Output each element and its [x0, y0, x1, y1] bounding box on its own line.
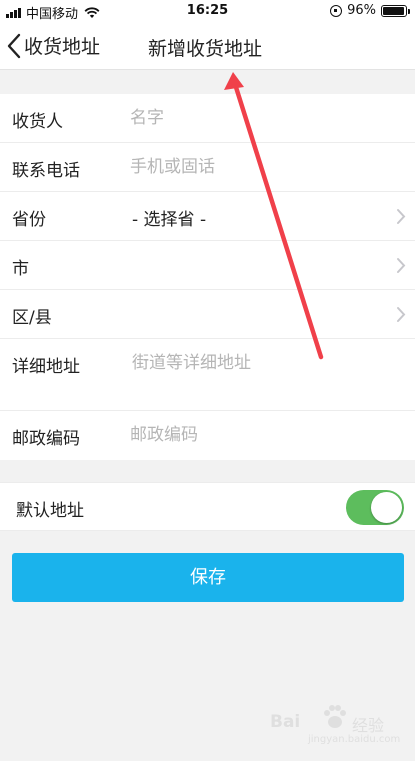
default-address-row: 默认地址 — [0, 482, 415, 531]
address-form: 收货人 联系电话 省份 - 选择省 - 市 区/县 详细地址 邮政编码 — [0, 94, 415, 460]
city-selector[interactable]: 市 — [0, 241, 415, 290]
back-label: 收货地址 — [24, 36, 101, 58]
postcode-label: 邮政编码 — [12, 429, 80, 449]
receiver-label: 收货人 — [12, 112, 63, 132]
default-address-label: 默认地址 — [16, 501, 84, 521]
phone-input[interactable] — [130, 153, 390, 181]
page-title: 新增收货地址 — [148, 38, 263, 60]
watermark-cn: 经验 — [352, 716, 385, 735]
chevron-right-icon — [397, 258, 406, 273]
toggle-knob — [371, 492, 402, 523]
district-selector[interactable]: 区/县 — [0, 290, 415, 339]
receiver-row: 收货人 — [0, 94, 415, 143]
status-right: 96% — [330, 3, 410, 18]
orientation-lock-icon — [330, 4, 343, 17]
detail-address-input[interactable] — [132, 349, 392, 377]
status-bar: 中国移动 16:25 96% — [0, 0, 415, 22]
district-label: 区/县 — [12, 308, 52, 328]
battery-icon — [381, 4, 410, 17]
battery-percent: 96% — [347, 3, 376, 18]
phone-label: 联系电话 — [12, 161, 80, 181]
phone-row: 联系电话 — [0, 143, 415, 192]
chevron-right-icon — [397, 209, 406, 224]
postcode-row: 邮政编码 — [0, 411, 415, 460]
receiver-input[interactable] — [130, 104, 390, 132]
watermark-url: jingyan.baidu.com — [308, 734, 401, 745]
detail-address-label: 详细地址 — [12, 357, 80, 377]
province-selector[interactable]: 省份 - 选择省 - — [0, 192, 415, 241]
watermark-brand: Bai — [270, 712, 301, 732]
nav-bar: 收货地址 新增收货地址 — [0, 22, 415, 70]
province-value: - 选择省 - — [132, 210, 207, 230]
save-button[interactable]: 保存 — [12, 553, 404, 602]
detail-address-row: 详细地址 — [0, 339, 415, 411]
default-address-toggle[interactable] — [346, 490, 404, 525]
province-label: 省份 — [12, 210, 46, 230]
back-button[interactable]: 收货地址 — [6, 32, 100, 59]
city-label: 市 — [12, 259, 29, 279]
postcode-input[interactable] — [130, 421, 390, 449]
baidu-watermark: Bai 经验 jingyan.baidu.com — [270, 700, 410, 750]
chevron-right-icon — [397, 307, 406, 322]
chevron-left-icon — [7, 33, 21, 58]
paw-logo-icon — [324, 705, 346, 728]
